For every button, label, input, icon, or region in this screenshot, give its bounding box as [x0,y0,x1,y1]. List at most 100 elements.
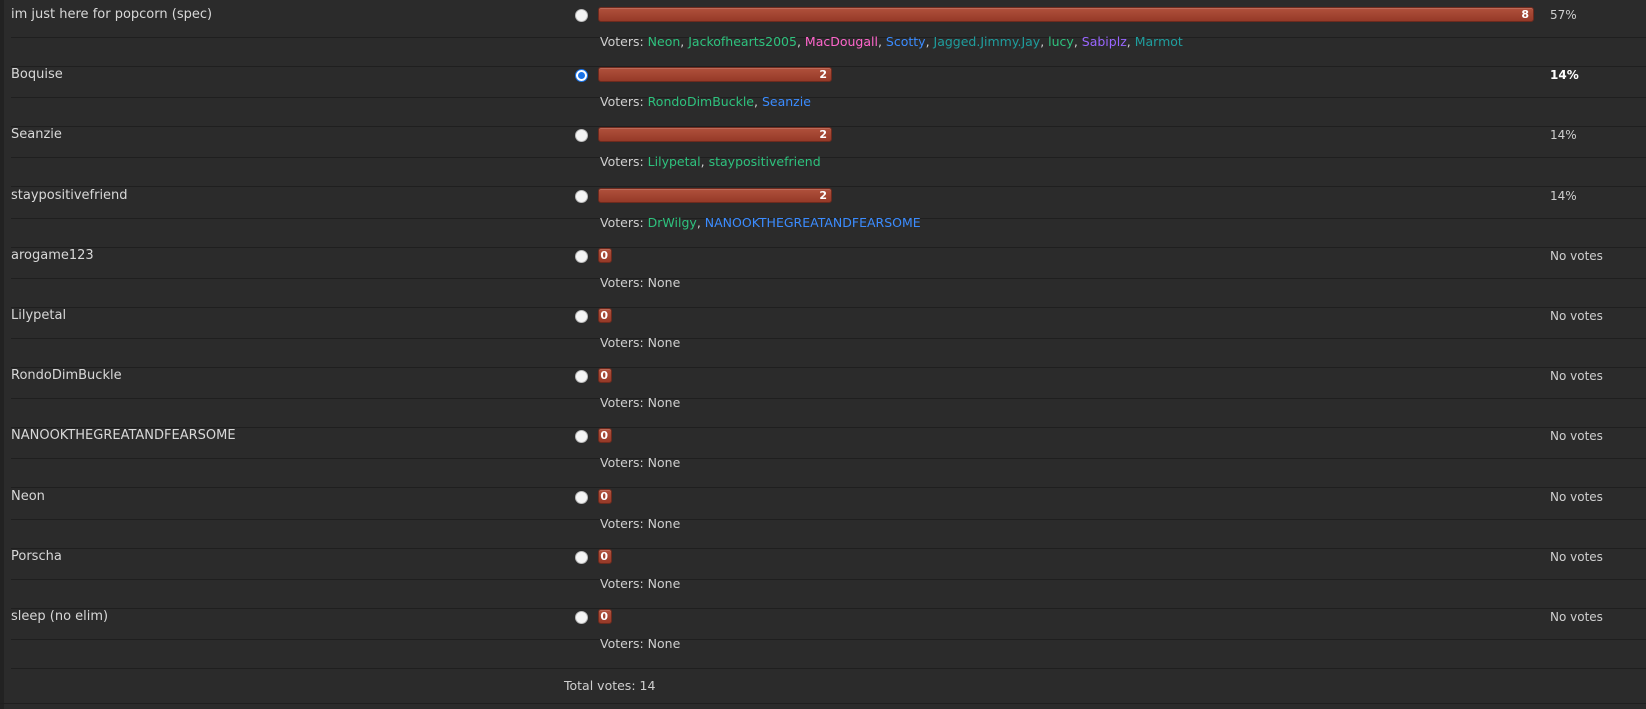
poll-option: sleep (no elim) 0 No votes Voters: None [11,602,1646,669]
poll-option: Boquise 2 14% Voters: RondoDimBuckle, Seanz… [11,60,1646,128]
voters-list: Voters: RondoDimBuckle, Seanzie [600,94,811,109]
voters-label: Voters: [600,94,644,110]
poll-option: Neon 0 No votes Voters: None [11,482,1646,549]
row-divider [11,366,1646,400]
voter-separator: , [700,154,709,170]
option-radio[interactable] [575,310,588,323]
voters-list: Voters: None [600,395,680,410]
row-divider [11,306,1646,339]
vote-percent: No votes [1550,429,1603,444]
voters-list: Voters: None [600,335,680,350]
vote-bar: 8 [598,7,1534,22]
voters-label: Voters: [600,154,644,170]
vote-bar: 0 [598,609,612,624]
poll-option: Lilypetal 0 No votes Voters: None [11,301,1646,368]
voter-link[interactable]: Jagged.Jimmy.Jay [934,34,1041,49]
voter-link[interactable]: MacDougall [805,34,878,49]
vote-percent: No votes [1550,248,1603,263]
option-label: im just here for popcorn (spec) [11,7,213,22]
voter-link[interactable]: Sabiplz [1082,34,1127,49]
divider [0,703,1646,704]
voter-link[interactable]: Neon [648,34,681,49]
voters-label: Voters: None [600,455,681,471]
option-radio[interactable] [575,490,588,504]
vote-count: 2 [819,68,827,82]
option-radio[interactable] [575,611,588,624]
vote-bar: 0 [598,308,612,323]
voter-link[interactable]: Scotty [886,34,926,49]
voter-separator: , [925,34,934,49]
option-label: RondoDimBuckle [11,368,122,384]
option-label: Seanzie [11,127,62,143]
row-divider [11,426,1646,460]
row-divider [11,607,1646,640]
vote-percent: No votes [1550,309,1603,323]
option-label: NANOOKTHEGREATANDFEARSOME [11,428,236,444]
vote-count: 0 [600,549,608,563]
option-label: Porscha [11,548,62,564]
voters-list: Voters: None [600,636,680,651]
vote-count: 8 [1521,8,1529,21]
vote-percent: 14% [1550,188,1577,203]
vote-bar: 0 [598,368,612,384]
voters-label: Voters: None [600,636,681,651]
vote-bar: 0 [598,247,612,263]
vote-count: 0 [600,489,608,503]
voter-link[interactable]: Marmot [1135,34,1183,49]
option-radio[interactable] [575,249,588,263]
voter-separator: , [754,94,762,110]
vote-percent: 57% [1550,8,1577,22]
row-divider [11,547,1646,580]
poll-option: arogame123 0 No votes Voters: None [11,241,1646,308]
voters-label: Voters: None [600,395,681,411]
vote-count: 0 [600,309,608,322]
vote-count: 0 [600,610,608,623]
voter-separator: , [877,34,886,49]
voter-link[interactable]: DrWilgy [648,215,697,230]
voters-label: Voters: None [600,335,681,350]
voter-separator: , [796,34,805,49]
voters-label: Voters: [600,34,644,49]
voters-label: Voters: None [600,575,681,591]
option-radio[interactable] [575,189,588,203]
row-divider [11,487,1646,520]
option-label: arogame123 [11,247,94,263]
poll-option: im just here for popcorn (spec) 8 57% Voter… [11,0,1646,67]
voter-link[interactable]: RondoDimBuckle [648,94,754,109]
left-edge [0,0,4,709]
option-radio[interactable] [575,550,588,564]
option-radio[interactable] [575,9,588,22]
voter-separator: , [1126,34,1135,49]
voter-link[interactable]: lucy [1048,34,1074,49]
vote-bar: 0 [598,548,612,564]
option-label: sleep (no elim) [11,609,109,624]
vote-count: 0 [600,429,608,443]
poll-option: Seanzie 2 14% Voters: Lilypetal, staypositi… [11,120,1646,188]
voters-list: Voters: None [600,516,680,531]
voter-link[interactable]: Seanzie [762,94,811,109]
voters-label: Voters: None [600,274,681,290]
voters-list: Voters: Lilypetal, staypositivefriend [600,154,821,169]
poll-option: RondoDimBuckle 0 No votes Voters: None [11,361,1646,429]
vote-count: 2 [819,188,827,202]
option-label: Lilypetal [11,308,67,323]
poll-option: NANOOKTHEGREATANDFEARSOME 0 No votes Voters… [11,421,1646,489]
poll-option: Porscha 0 No votes Voters: None [11,542,1646,609]
option-label: Boquise [11,67,63,83]
vote-count: 0 [600,369,608,383]
row-divider [11,246,1646,279]
vote-bar: 0 [598,488,612,504]
voters-list: Voters: None [600,576,680,591]
vote-bar: 2 [598,187,832,203]
voters-list: Voters: DrWilgy, NANOOKTHEGREATANDFEARSO… [600,215,921,230]
voters-label: Voters: [600,214,644,230]
poll-option: staypositivefriend 2 14% Voters: DrWilgy, N… [11,181,1646,248]
vote-bar: 0 [598,428,612,444]
voter-link[interactable]: Jackofhearts2005 [688,34,797,49]
vote-percent: No votes [1550,369,1603,384]
voter-link[interactable]: staypositivefriend [709,154,821,169]
voter-link[interactable]: NANOOKTHEGREATANDFEARSOME [705,215,921,230]
voters-list: Voters: None [600,455,680,470]
voter-link[interactable]: Lilypetal [648,154,701,169]
vote-count: 2 [819,128,827,142]
